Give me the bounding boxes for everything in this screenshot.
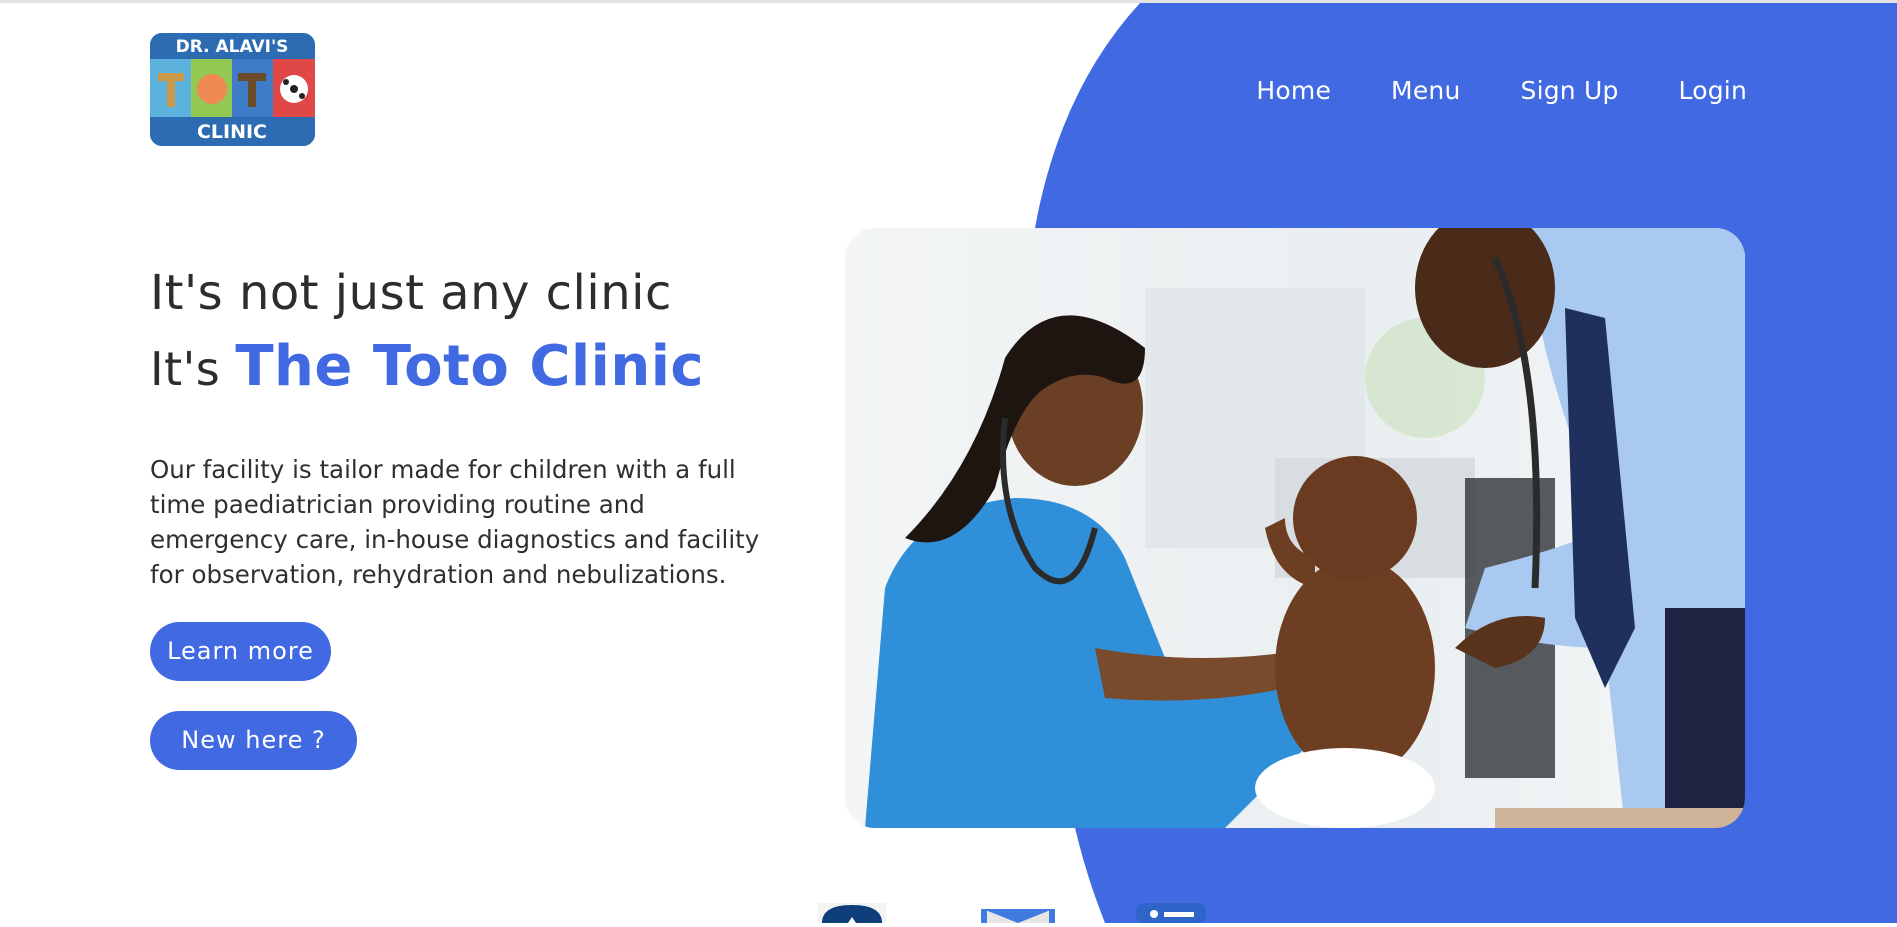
nav-home[interactable]: Home — [1256, 76, 1331, 105]
hero-description: Our facility is tailor made for children… — [150, 455, 760, 589]
hero-headline: It's not just any clinic — [150, 265, 672, 321]
learn-more-button[interactable]: Learn more — [150, 622, 331, 681]
clinic-logo[interactable]: DR. ALAVI'S CLINIC — [150, 33, 315, 146]
hero-subheadline-prefix: It's — [150, 342, 221, 396]
hero-subheadline: It's The Toto Clinic — [150, 334, 790, 402]
nav-sign-up[interactable]: Sign Up — [1521, 76, 1619, 105]
main-nav: Home Menu Sign Up Login — [1256, 76, 1747, 105]
doctors-examining-child-photo-icon — [845, 228, 1745, 828]
logo-icon: DR. ALAVI'S CLINIC — [150, 33, 315, 146]
home-social-link[interactable] — [818, 903, 886, 923]
mail-social-link[interactable] — [981, 903, 1055, 923]
nav-login[interactable]: Login — [1679, 76, 1747, 105]
chat-icon — [1136, 903, 1206, 923]
mail-icon — [981, 909, 1055, 923]
new-here-button[interactable]: New here ? — [150, 711, 357, 770]
logo-top-text: DR. ALAVI'S — [176, 37, 289, 57]
hero-photo — [845, 228, 1745, 828]
chat-social-link[interactable] — [1136, 903, 1206, 923]
hero-brand-name: The Toto Clinic — [235, 334, 705, 399]
hero-text-block: It's not just any clinic It's The Toto C… — [150, 262, 790, 592]
logo-bottom-text: CLINIC — [197, 121, 267, 143]
home-icon — [818, 903, 886, 923]
nav-menu[interactable]: Menu — [1391, 76, 1460, 105]
